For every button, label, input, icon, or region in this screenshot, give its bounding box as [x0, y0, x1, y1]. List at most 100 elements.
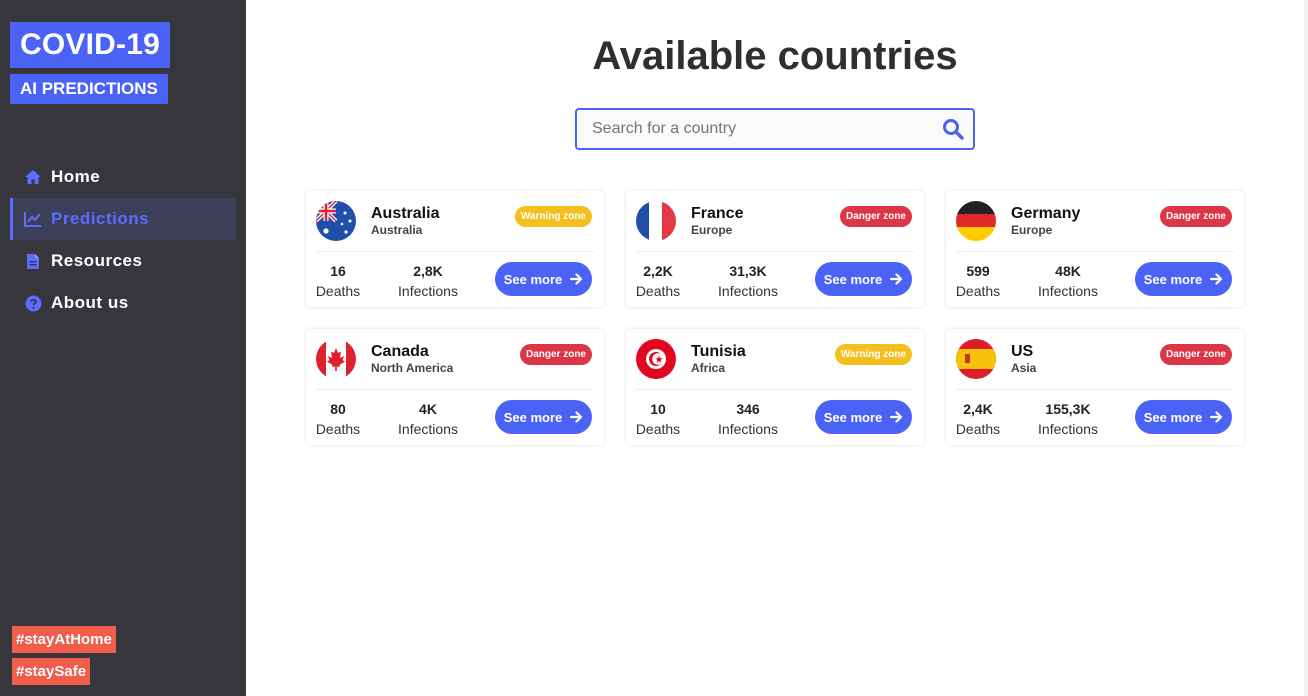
sidebar-item-label: Resources	[51, 251, 143, 270]
sidebar-nav: Home Predictions Resources About us	[10, 156, 236, 324]
logo-subtitle: AI PREDICTIONS	[10, 74, 168, 104]
button-label: See more	[1143, 271, 1203, 287]
page-title: Available countries	[592, 34, 958, 78]
home-icon	[24, 168, 42, 186]
spain-flag-icon	[956, 339, 996, 379]
scrollbar[interactable]	[1304, 0, 1308, 696]
zone-badge: Danger zone	[839, 206, 912, 227]
country-name: Germany	[1011, 205, 1081, 222]
country-name: Tunisia	[691, 343, 746, 360]
zone-badge: Warning zone	[834, 344, 912, 365]
infections-label: Infections	[718, 283, 778, 299]
sidebar: COVID-19 AI PREDICTIONS Home Predictions…	[0, 0, 246, 696]
see-more-button[interactable]: See more	[495, 262, 592, 296]
button-label: See more	[823, 409, 883, 425]
country-region: North America	[371, 361, 454, 375]
country-name: France	[691, 205, 744, 222]
divider	[316, 251, 594, 252]
arrow-right-icon	[570, 411, 583, 423]
button-label: See more	[1143, 409, 1203, 425]
country-region: Asia	[1011, 361, 1037, 375]
country-card-tunisia: Tunisia Africa Warning zone 10 Deaths 34…	[626, 329, 924, 445]
infections-label: Infections	[1038, 283, 1098, 299]
country-card-canada: Canada North America Danger zone 80 Deat…	[306, 329, 604, 445]
infections-value: 2,8K	[413, 263, 443, 279]
infections-label: Infections	[718, 421, 778, 437]
infections-stat: 346 Infections	[712, 399, 784, 439]
deaths-value: 80	[330, 401, 346, 417]
divider	[636, 389, 914, 390]
see-more-button[interactable]: See more	[815, 400, 912, 434]
country-region: Europe	[1011, 223, 1053, 237]
country-name: US	[1011, 343, 1034, 360]
deaths-stat: 10 Deaths	[634, 399, 682, 439]
deaths-value: 2,2K	[643, 263, 673, 279]
button-label: See more	[503, 409, 563, 425]
country-card-australia: Australia Australia Warning zone 16 Deat…	[306, 191, 604, 307]
sidebar-item-home[interactable]: Home	[10, 156, 236, 198]
see-more-button[interactable]: See more	[815, 262, 912, 296]
deaths-value: 2,4K	[963, 401, 993, 417]
infections-label: Infections	[1038, 421, 1098, 437]
deaths-stat: 2,2K Deaths	[634, 261, 682, 301]
country-region: Africa	[691, 361, 726, 375]
search-box	[575, 108, 975, 150]
arrow-right-icon	[1210, 411, 1223, 423]
deaths-value: 599	[966, 263, 990, 279]
button-label: See more	[823, 271, 883, 287]
sidebar-item-label: Home	[51, 167, 101, 186]
zone-badge: Danger zone	[1159, 344, 1232, 365]
sidebar-item-about-us[interactable]: About us	[10, 282, 236, 324]
infections-stat: 155,3K Infections	[1032, 399, 1104, 439]
see-more-button[interactable]: See more	[1135, 400, 1232, 434]
arrow-right-icon	[890, 273, 903, 285]
sidebar-item-label: Predictions	[51, 209, 150, 228]
infections-value: 4K	[419, 401, 437, 417]
search-input[interactable]	[577, 110, 933, 148]
deaths-stat: 16 Deaths	[314, 261, 362, 301]
infections-value: 48K	[1055, 263, 1081, 279]
sidebar-item-resources[interactable]: Resources	[10, 240, 236, 282]
germany-flag-icon	[956, 201, 996, 241]
australia-flag-icon	[316, 201, 356, 241]
divider	[956, 389, 1234, 390]
deaths-label: Deaths	[635, 421, 681, 437]
zone-badge: Danger zone	[519, 344, 592, 365]
infections-value: 31,3K	[729, 263, 767, 279]
search-icon[interactable]	[933, 110, 973, 148]
deaths-stat: 80 Deaths	[314, 399, 362, 439]
tag-stay-safe: #staySafe	[12, 658, 91, 685]
arrow-right-icon	[890, 411, 903, 423]
country-name: Australia	[371, 205, 440, 222]
tag-stay-at-home: #stayAtHome	[12, 626, 116, 653]
zone-badge: Warning zone	[514, 206, 592, 227]
infections-value: 155,3K	[1045, 401, 1091, 417]
button-label: See more	[503, 271, 563, 287]
deaths-value: 10	[650, 401, 666, 417]
infections-stat: 31,3K Infections	[712, 261, 784, 301]
country-card-germany: Germany Europe Danger zone 599 Deaths 48…	[946, 191, 1244, 307]
chart-line-icon	[24, 210, 42, 228]
see-more-button[interactable]: See more	[495, 400, 592, 434]
deaths-stat: 599 Deaths	[954, 261, 1002, 301]
country-card-france: France Europe Danger zone 2,2K Deaths 31…	[626, 191, 924, 307]
france-flag-icon	[636, 201, 676, 241]
tunisia-flag-icon	[636, 339, 676, 379]
divider	[636, 251, 914, 252]
sidebar-item-predictions[interactable]: Predictions	[10, 198, 236, 240]
deaths-label: Deaths	[635, 283, 681, 299]
arrow-right-icon	[570, 273, 583, 285]
deaths-label: Deaths	[315, 421, 361, 437]
infections-stat: 4K Infections	[392, 399, 464, 439]
see-more-button[interactable]: See more	[1135, 262, 1232, 296]
canada-flag-icon	[316, 339, 356, 379]
infections-stat: 2,8K Infections	[392, 261, 464, 301]
deaths-value: 16	[330, 263, 346, 279]
divider	[316, 389, 594, 390]
country-region: Australia	[371, 223, 423, 237]
infections-value: 346	[736, 401, 760, 417]
zone-badge: Danger zone	[1159, 206, 1232, 227]
deaths-stat: 2,4K Deaths	[954, 399, 1002, 439]
divider	[956, 251, 1234, 252]
country-region: Europe	[691, 223, 733, 237]
